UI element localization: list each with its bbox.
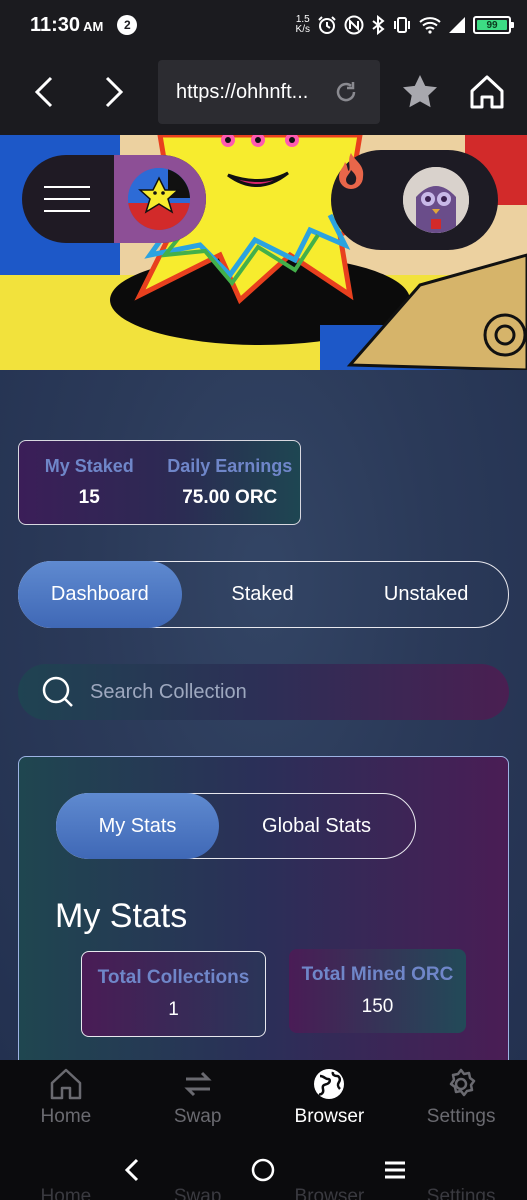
- system-recents-icon: [385, 1161, 405, 1179]
- menu-pill: [22, 155, 206, 243]
- battery-level: 99: [486, 19, 498, 31]
- nav-browser[interactable]: Browser: [264, 1060, 396, 1140]
- system-nav-bar: Home Swap Browser Settings: [0, 1140, 527, 1200]
- browser-toolbar: https://ohhnft...: [0, 50, 527, 135]
- address-bar[interactable]: https://ohhnft...: [158, 60, 380, 124]
- battery-icon: 99: [473, 16, 514, 34]
- vibrate-icon: [394, 17, 410, 33]
- ghost-settings-label: Settings: [426, 1186, 496, 1200]
- flame-icon[interactable]: [331, 150, 371, 190]
- nav-swap-label: Swap: [173, 1106, 222, 1127]
- swap-icon: [184, 1071, 212, 1097]
- nav-swap[interactable]: Swap: [132, 1060, 264, 1140]
- home-nav-icon: [50, 1068, 82, 1100]
- alarm-icon: [318, 16, 336, 34]
- daily-earnings-stat: Daily Earnings 75.00 ORC: [160, 441, 301, 524]
- staking-summary-card: My Staked 15 Daily Earnings 75.00 ORC: [18, 440, 301, 525]
- nfc-icon: [344, 15, 364, 35]
- signal-icon: [449, 17, 465, 33]
- total-mined-card: Total Mined ORC 150: [289, 949, 466, 1033]
- forward-button[interactable]: [92, 70, 136, 114]
- system-back-icon: [124, 1158, 139, 1182]
- stats-panel: My Stats Global Stats My Stats Total Col…: [18, 756, 509, 1060]
- nav-browser-label: Browser: [294, 1106, 365, 1127]
- tab-my-stats[interactable]: My Stats: [56, 793, 219, 859]
- total-mined-value: 150: [361, 996, 394, 1017]
- daily-earnings-label: Daily Earnings: [167, 456, 293, 476]
- nav-label-reflection: Home Swap Browser Settings: [0, 1186, 527, 1200]
- status-bar: 11:30 AM 2 1.5 K/s 99: [0, 0, 527, 50]
- wallet-pill: [331, 150, 498, 250]
- nav-home-label: Home: [40, 1106, 92, 1127]
- tab-unstaked[interactable]: Unstaked: [344, 562, 508, 627]
- ghost-home-label: Home: [40, 1186, 92, 1200]
- total-mined-label: Total Mined ORC: [301, 964, 454, 985]
- clock: 11:30 AM: [30, 14, 103, 37]
- system-recents-button[interactable]: [375, 1152, 415, 1188]
- tab-global-stats[interactable]: Global Stats: [218, 794, 415, 858]
- user-avatar-art: [403, 167, 469, 233]
- system-home-icon: [251, 1158, 275, 1182]
- total-collections-label: Total Collections: [97, 967, 250, 988]
- bottom-nav: Home Swap Browser Settings: [0, 1060, 527, 1140]
- search-bar: [18, 664, 509, 720]
- nav-home[interactable]: Home: [0, 1060, 132, 1140]
- ghost-swap-label: Swap: [173, 1186, 222, 1200]
- system-back-button[interactable]: [112, 1152, 152, 1188]
- network-speed: 1.5 K/s: [296, 15, 310, 35]
- total-collections-card: Total Collections 1: [81, 951, 266, 1037]
- forward-icon: [105, 76, 124, 108]
- system-home-button[interactable]: [243, 1152, 283, 1188]
- network-speed-unit: K/s: [295, 24, 310, 35]
- bluetooth-icon: [372, 15, 385, 35]
- daily-earnings-value: 75.00 ORC: [182, 487, 278, 508]
- clock-ampm: AM: [83, 18, 104, 34]
- total-collections-value: 1: [168, 999, 179, 1020]
- my-staked-stat: My Staked 15: [19, 441, 160, 524]
- status-icons: 1.5 K/s 99: [296, 15, 514, 35]
- notification-badge: 2: [117, 15, 138, 35]
- my-staked-value: 15: [78, 487, 100, 508]
- dashboard-main: My Staked 15 Daily Earnings 75.00 ORC Da…: [0, 370, 527, 1060]
- home-icon: [470, 75, 504, 109]
- user-avatar[interactable]: [403, 167, 469, 233]
- tab-dashboard[interactable]: Dashboard: [18, 561, 182, 628]
- nav-settings[interactable]: Settings: [395, 1060, 527, 1140]
- my-staked-label: My Staked: [44, 456, 134, 476]
- home-button[interactable]: [465, 70, 509, 114]
- globe-icon: [314, 1069, 345, 1099]
- bookmark-button[interactable]: [398, 70, 442, 114]
- tab-staked[interactable]: Staked: [181, 562, 345, 627]
- url-text: https://ohhnft...: [176, 80, 309, 103]
- search-icon: [42, 676, 73, 707]
- reload-icon[interactable]: [334, 80, 358, 104]
- nav-settings-label: Settings: [426, 1106, 496, 1127]
- clock-time: 11:30: [30, 13, 81, 36]
- back-button[interactable]: [22, 70, 66, 114]
- stats-tabs: My Stats Global Stats: [56, 793, 416, 859]
- collection-avatar-art: [128, 168, 190, 230]
- collection-avatar[interactable]: [128, 168, 190, 230]
- hamburger-icon[interactable]: [44, 180, 90, 218]
- view-tabs: Dashboard Staked Unstaked: [18, 561, 509, 628]
- star-icon: [403, 75, 437, 108]
- ghost-browser-label: Browser: [294, 1186, 365, 1200]
- hero-banner: [0, 135, 527, 370]
- stats-heading: My Stats: [55, 897, 188, 935]
- gear-icon: [449, 1068, 476, 1097]
- back-icon: [34, 76, 53, 108]
- wifi-icon: [419, 17, 441, 34]
- search-input[interactable]: [90, 680, 470, 704]
